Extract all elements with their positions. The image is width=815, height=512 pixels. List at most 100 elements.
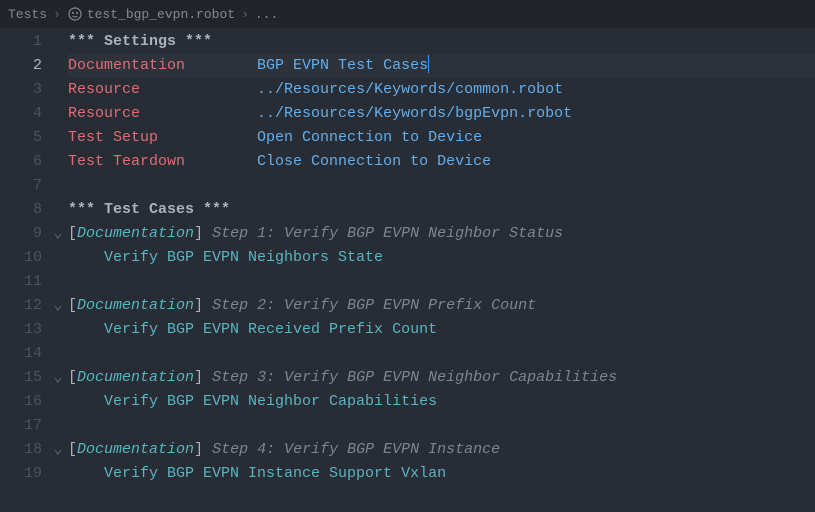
token-bracket: ] xyxy=(194,225,203,242)
token-bracket: [ xyxy=(68,225,77,242)
fold-spacer xyxy=(48,54,68,78)
fold-chevron-icon[interactable]: ⌄ xyxy=(48,438,68,462)
line-number[interactable]: 6 xyxy=(0,150,48,174)
token-setting-val: Open Connection to Device xyxy=(257,129,482,146)
token-text xyxy=(203,369,212,386)
fold-spacer xyxy=(48,30,68,54)
token-setting-name: Test Setup xyxy=(68,129,158,146)
token-doc-tag: Documentation xyxy=(77,297,194,314)
line-number[interactable]: 10 xyxy=(0,246,48,270)
fold-chevron-icon[interactable]: ⌄ xyxy=(48,294,68,318)
token-bracket: [ xyxy=(68,369,77,386)
token-bracket: ] xyxy=(194,369,203,386)
line-number[interactable]: 14 xyxy=(0,342,48,366)
token-setting-val: ../Resources/Keywords/common.robot xyxy=(257,81,563,98)
fold-spacer xyxy=(48,462,68,486)
token-text xyxy=(140,81,257,98)
code-line[interactable] xyxy=(68,270,815,294)
line-number[interactable]: 18 xyxy=(0,438,48,462)
code-line[interactable] xyxy=(68,174,815,198)
line-number[interactable]: 15 xyxy=(0,366,48,390)
code-line[interactable]: Verify BGP EVPN Neighbor Capabilities xyxy=(68,390,815,414)
fold-spacer xyxy=(48,318,68,342)
token-bracket: ] xyxy=(194,297,203,314)
fold-spacer xyxy=(48,78,68,102)
line-number[interactable]: 1 xyxy=(0,30,48,54)
token-comment: Step 1: Verify BGP EVPN Neighbor Status xyxy=(212,225,563,242)
line-number[interactable]: 19 xyxy=(0,462,48,486)
code-line[interactable]: Resource ../Resources/Keywords/bgpEvpn.r… xyxy=(68,102,815,126)
code-line[interactable] xyxy=(68,342,815,366)
code-line[interactable]: Test Teardown Close Connection to Device xyxy=(68,150,815,174)
token-text xyxy=(68,249,104,266)
token-text xyxy=(185,153,257,170)
code-line[interactable]: [Documentation] Step 3: Verify BGP EVPN … xyxy=(68,366,815,390)
line-number[interactable]: 13 xyxy=(0,318,48,342)
code-line[interactable]: Resource ../Resources/Keywords/common.ro… xyxy=(68,78,815,102)
breadcrumb[interactable]: Tests › test_bgp_evpn.robot › ... xyxy=(0,0,815,28)
token-comment: Step 4: Verify BGP EVPN Instance xyxy=(212,441,500,458)
token-doc-tag: Documentation xyxy=(77,225,194,242)
token-setting-name: Resource xyxy=(68,81,140,98)
breadcrumb-root[interactable]: Tests xyxy=(8,7,47,22)
token-keyword-call: Verify BGP EVPN Neighbors State xyxy=(104,249,383,266)
token-bracket: ] xyxy=(194,441,203,458)
chevron-right-icon: › xyxy=(53,7,61,22)
fold-spacer xyxy=(48,246,68,270)
token-text xyxy=(203,441,212,458)
token-doc-tag: Documentation xyxy=(77,441,194,458)
token-setting-val: ../Resources/Keywords/bgpEvpn.robot xyxy=(257,105,572,122)
breadcrumb-file[interactable]: test_bgp_evpn.robot xyxy=(87,7,235,22)
fold-chevron-icon[interactable]: ⌄ xyxy=(48,222,68,246)
token-section: *** Settings *** xyxy=(68,33,212,50)
code-line[interactable]: Test Setup Open Connection to Device xyxy=(68,126,815,150)
token-text xyxy=(203,225,212,242)
code-line[interactable] xyxy=(68,414,815,438)
code-line[interactable]: Documentation BGP EVPN Test Cases xyxy=(68,54,815,78)
breadcrumb-tail[interactable]: ... xyxy=(255,7,278,22)
code-line[interactable]: Verify BGP EVPN Instance Support Vxlan xyxy=(68,462,815,486)
token-text xyxy=(203,297,212,314)
line-number[interactable]: 17 xyxy=(0,414,48,438)
line-number[interactable]: 8 xyxy=(0,198,48,222)
line-number[interactable]: 4 xyxy=(0,102,48,126)
line-number[interactable]: 3 xyxy=(0,78,48,102)
fold-spacer xyxy=(48,126,68,150)
code-editor[interactable]: 12345678910111213141516171819 ⌄⌄⌄⌄ *** S… xyxy=(0,28,815,512)
robot-file-icon xyxy=(67,6,83,22)
token-setting-val: Close Connection to Device xyxy=(257,153,491,170)
line-number[interactable]: 9 xyxy=(0,222,48,246)
token-text xyxy=(68,465,104,482)
code-area[interactable]: *** Settings *** Documentation BGP EVPN T… xyxy=(68,28,815,512)
token-setting-name: Test Teardown xyxy=(68,153,185,170)
line-number[interactable]: 12 xyxy=(0,294,48,318)
code-line[interactable]: *** Test Cases *** xyxy=(68,198,815,222)
token-bracket: [ xyxy=(68,297,77,314)
token-section: *** Test Cases *** xyxy=(68,201,230,218)
line-number[interactable]: 7 xyxy=(0,174,48,198)
token-keyword-call: Verify BGP EVPN Instance Support Vxlan xyxy=(104,465,446,482)
line-number[interactable]: 5 xyxy=(0,126,48,150)
token-text xyxy=(140,105,257,122)
line-number[interactable]: 11 xyxy=(0,270,48,294)
fold-spacer xyxy=(48,390,68,414)
line-number-gutter[interactable]: 12345678910111213141516171819 xyxy=(0,28,48,512)
code-line[interactable]: Verify BGP EVPN Received Prefix Count xyxy=(68,318,815,342)
code-line[interactable]: Verify BGP EVPN Neighbors State xyxy=(68,246,815,270)
token-doc-tag: Documentation xyxy=(77,369,194,386)
code-line[interactable]: [Documentation] Step 1: Verify BGP EVPN … xyxy=(68,222,815,246)
fold-gutter[interactable]: ⌄ ⌄ ⌄ ⌄ xyxy=(48,28,68,512)
fold-spacer xyxy=(48,174,68,198)
token-text xyxy=(185,57,257,74)
line-number[interactable]: 2 xyxy=(0,54,48,78)
token-keyword-call: Verify BGP EVPN Neighbor Capabilities xyxy=(104,393,437,410)
token-keyword-call: Verify BGP EVPN Received Prefix Count xyxy=(104,321,437,338)
token-setting-name: Resource xyxy=(68,105,140,122)
code-line[interactable]: [Documentation] Step 4: Verify BGP EVPN … xyxy=(68,438,815,462)
fold-spacer xyxy=(48,150,68,174)
token-bracket: [ xyxy=(68,441,77,458)
fold-chevron-icon[interactable]: ⌄ xyxy=(48,366,68,390)
code-line[interactable]: [Documentation] Step 2: Verify BGP EVPN … xyxy=(68,294,815,318)
code-line[interactable]: *** Settings *** xyxy=(68,30,815,54)
line-number[interactable]: 16 xyxy=(0,390,48,414)
